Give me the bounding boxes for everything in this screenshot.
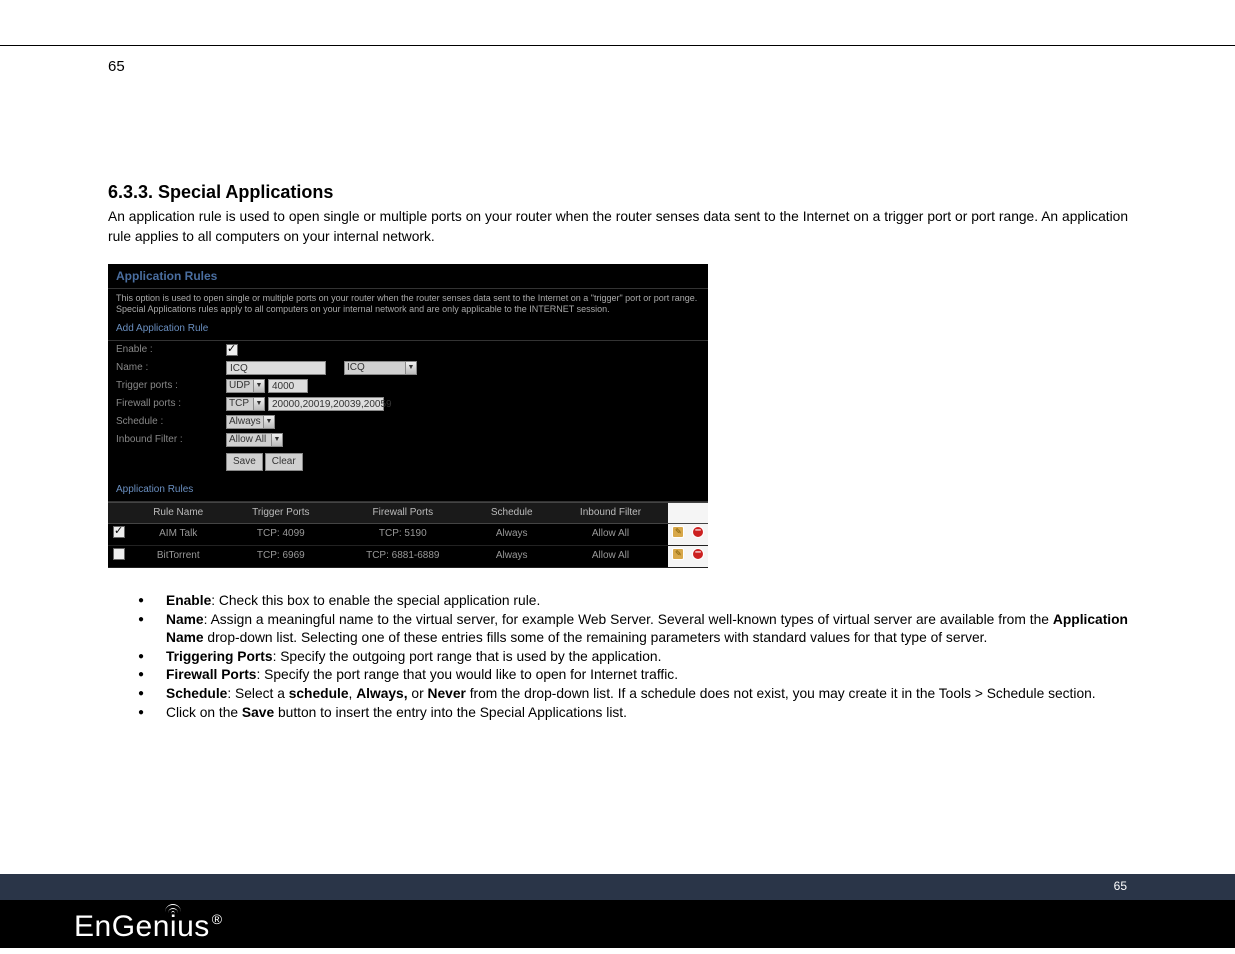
cell-trigger: TCP: 6969: [226, 545, 335, 567]
bullet-list: Enable: Check this box to enable the spe…: [138, 592, 1128, 722]
intro-paragraph: An application rule is used to open sing…: [108, 207, 1128, 246]
list-item: Triggering Ports: Specify the outgoing p…: [138, 648, 1128, 667]
footer-logo-bar: EnGenius®: [0, 900, 1235, 948]
col-check: [108, 502, 130, 523]
clear-button[interactable]: Clear: [265, 453, 303, 471]
name-select[interactable]: ICQ: [344, 361, 406, 375]
delete-icon[interactable]: [692, 526, 704, 538]
registered-mark: ®: [212, 911, 222, 927]
list-item: Click on the Save button to insert the e…: [138, 704, 1128, 723]
table-row: BitTorrent TCP: 6969 TCP: 6881-6889 Alwa…: [108, 545, 708, 567]
save-button[interactable]: Save: [226, 453, 263, 471]
cell-rule-name: AIM Talk: [130, 523, 226, 545]
edit-icon[interactable]: [672, 526, 684, 538]
enable-label: Enable :: [116, 343, 226, 357]
row-checkbox[interactable]: [113, 548, 125, 560]
edit-icon[interactable]: [672, 548, 684, 560]
page-number-top: 65: [108, 58, 125, 75]
list-item: Name: Assign a meaningful name to the vi…: [138, 611, 1128, 648]
inbound-filter-label: Inbound Filter :: [116, 433, 226, 447]
col-schedule: Schedule: [470, 502, 553, 523]
col-inbound-filter: Inbound Filter: [553, 502, 668, 523]
trigger-ports-label: Trigger ports :: [116, 379, 226, 393]
firewall-ports-label: Firewall ports :: [116, 397, 226, 411]
list-item: Enable: Check this box to enable the spe…: [138, 592, 1128, 611]
trigger-proto-select[interactable]: UDP: [226, 379, 254, 393]
cell-trigger: TCP: 4099: [226, 523, 335, 545]
schedule-label: Schedule :: [116, 415, 226, 429]
main-content: 6.3.3. Special Applications An applicati…: [108, 180, 1128, 722]
col-firewall-ports: Firewall Ports: [335, 502, 470, 523]
cell-inbound: Allow All: [553, 545, 668, 567]
chevron-down-icon[interactable]: ▼: [253, 397, 265, 411]
firewall-ports-input[interactable]: 20000,20019,20039,20059: [268, 397, 384, 411]
schedule-select[interactable]: Always: [226, 415, 264, 429]
panel-title: Application Rules: [108, 264, 708, 289]
row-checkbox[interactable]: [113, 526, 125, 538]
list-item: Schedule: Select a schedule, Always, or …: [138, 685, 1128, 704]
col-trigger-ports: Trigger Ports: [226, 502, 335, 523]
cell-schedule: Always: [470, 545, 553, 567]
rules-table: Rule Name Trigger Ports Firewall Ports S…: [108, 502, 708, 568]
rules-list-header: Application Rules: [108, 479, 708, 502]
cell-firewall: TCP: 5190: [335, 523, 470, 545]
cell-schedule: Always: [470, 523, 553, 545]
col-rule-name: Rule Name: [130, 502, 226, 523]
trigger-ports-input[interactable]: 4000: [268, 379, 308, 393]
footer-bar: 65: [0, 874, 1235, 900]
chevron-down-icon[interactable]: ▼: [253, 379, 265, 393]
list-item: Firewall Ports: Specify the port range t…: [138, 666, 1128, 685]
table-row: AIM Talk TCP: 4099 TCP: 5190 Always Allo…: [108, 523, 708, 545]
cell-firewall: TCP: 6881-6889: [335, 545, 470, 567]
chevron-down-icon[interactable]: ▼: [271, 433, 283, 447]
embedded-screenshot: Application Rules This option is used to…: [108, 264, 708, 568]
page-number-footer: 65: [1114, 879, 1127, 893]
panel-description: This option is used to open single or mu…: [108, 289, 708, 318]
add-rule-header: Add Application Rule: [108, 318, 708, 341]
section-heading: 6.3.3. Special Applications: [108, 180, 1128, 205]
chevron-down-icon[interactable]: ▼: [405, 361, 417, 375]
wifi-icon: [164, 904, 182, 914]
cell-rule-name: BitTorrent: [130, 545, 226, 567]
name-input[interactable]: ICQ: [226, 361, 326, 375]
cell-inbound: Allow All: [553, 523, 668, 545]
enable-checkbox[interactable]: [226, 344, 238, 356]
delete-icon[interactable]: [692, 548, 704, 560]
name-label: Name :: [116, 361, 226, 375]
firewall-proto-select[interactable]: TCP: [226, 397, 254, 411]
inbound-filter-select[interactable]: Allow All: [226, 433, 272, 447]
chevron-down-icon[interactable]: ▼: [263, 415, 275, 429]
brand-logo: EnGenius: [74, 910, 210, 944]
